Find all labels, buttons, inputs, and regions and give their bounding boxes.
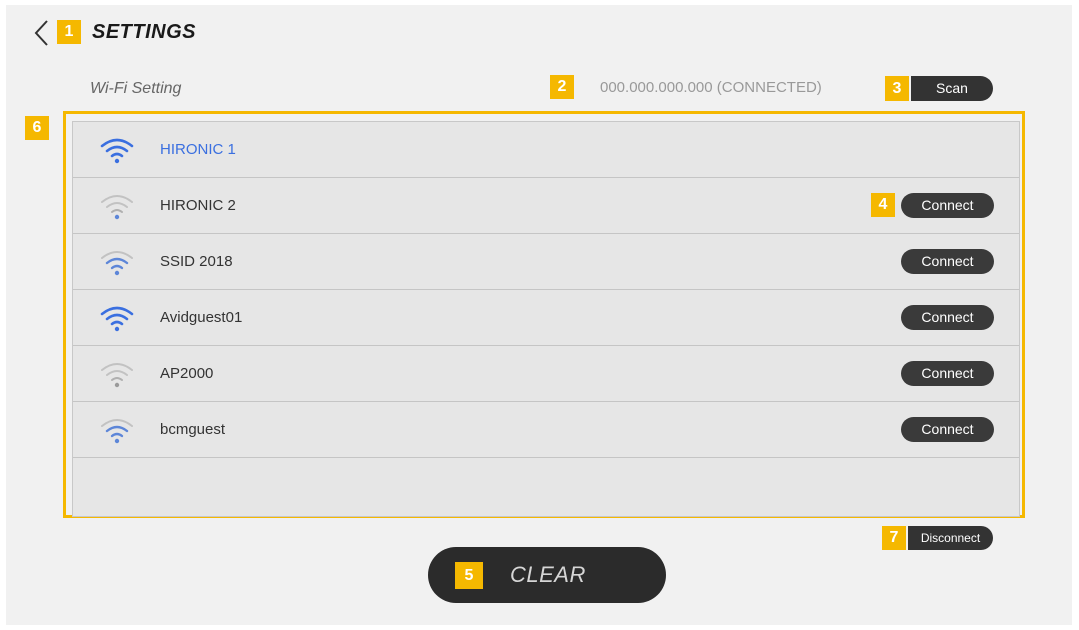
page-title: SETTINGS xyxy=(92,21,197,43)
connection-status: 000.000.000.000 (CONNECTED) xyxy=(600,79,822,96)
network-row-ssid-2018[interactable]: SSID 2018 Connect xyxy=(73,234,1019,290)
network-list: HIRONIC 1 HIRONIC 2 4 Connect SSID 2018 … xyxy=(72,121,1020,517)
network-ssid: HIRONIC 1 xyxy=(160,141,236,158)
wifi-section-label: Wi-Fi Setting xyxy=(90,80,182,97)
annotation-badge-3: 3 xyxy=(885,76,909,101)
network-row-avidguest01[interactable]: Avidguest01 Connect xyxy=(73,290,1019,346)
annotation-badge-2: 2 xyxy=(550,75,574,99)
chevron-left-icon[interactable] xyxy=(32,18,52,48)
wifi-signal-icon xyxy=(100,306,134,332)
connect-button[interactable]: Connect xyxy=(901,249,994,274)
clear-button[interactable]: 5 CLEAR xyxy=(428,547,666,603)
network-row-bcmguest[interactable]: bcmguest Connect xyxy=(73,402,1019,458)
wifi-signal-icon xyxy=(100,138,134,164)
wifi-signal-icon xyxy=(101,363,133,388)
network-ssid: SSID 2018 xyxy=(160,253,233,270)
network-ssid: Avidguest01 xyxy=(160,309,243,326)
network-ssid: AP2000 xyxy=(160,365,214,382)
annotation-badge-6: 6 xyxy=(25,116,49,140)
network-row-hironic-1[interactable]: HIRONIC 1 xyxy=(73,122,1019,178)
connect-button[interactable]: Connect xyxy=(901,361,994,386)
clear-button-label: CLEAR xyxy=(510,562,586,587)
wifi-signal-icon xyxy=(101,195,133,220)
wifi-signal-icon xyxy=(101,251,133,276)
annotation-badge-4: 4 xyxy=(871,193,895,217)
network-row-hironic-2[interactable]: HIRONIC 2 4 Connect xyxy=(73,178,1019,234)
connect-button[interactable]: Connect xyxy=(901,305,994,330)
disconnect-button[interactable]: Disconnect xyxy=(908,526,993,550)
connect-button[interactable]: Connect xyxy=(901,193,994,218)
scan-button[interactable]: Scan xyxy=(911,76,993,101)
network-ssid: HIRONIC 2 xyxy=(160,197,236,214)
annotation-badge-5: 5 xyxy=(455,562,483,589)
annotation-badge-1: 1 xyxy=(57,20,81,44)
network-row-ap2000[interactable]: AP2000 Connect xyxy=(73,346,1019,402)
connect-button[interactable]: Connect xyxy=(901,417,994,442)
network-ssid: bcmguest xyxy=(160,421,226,438)
wifi-signal-icon xyxy=(101,419,133,444)
annotation-badge-7: 7 xyxy=(882,526,906,550)
